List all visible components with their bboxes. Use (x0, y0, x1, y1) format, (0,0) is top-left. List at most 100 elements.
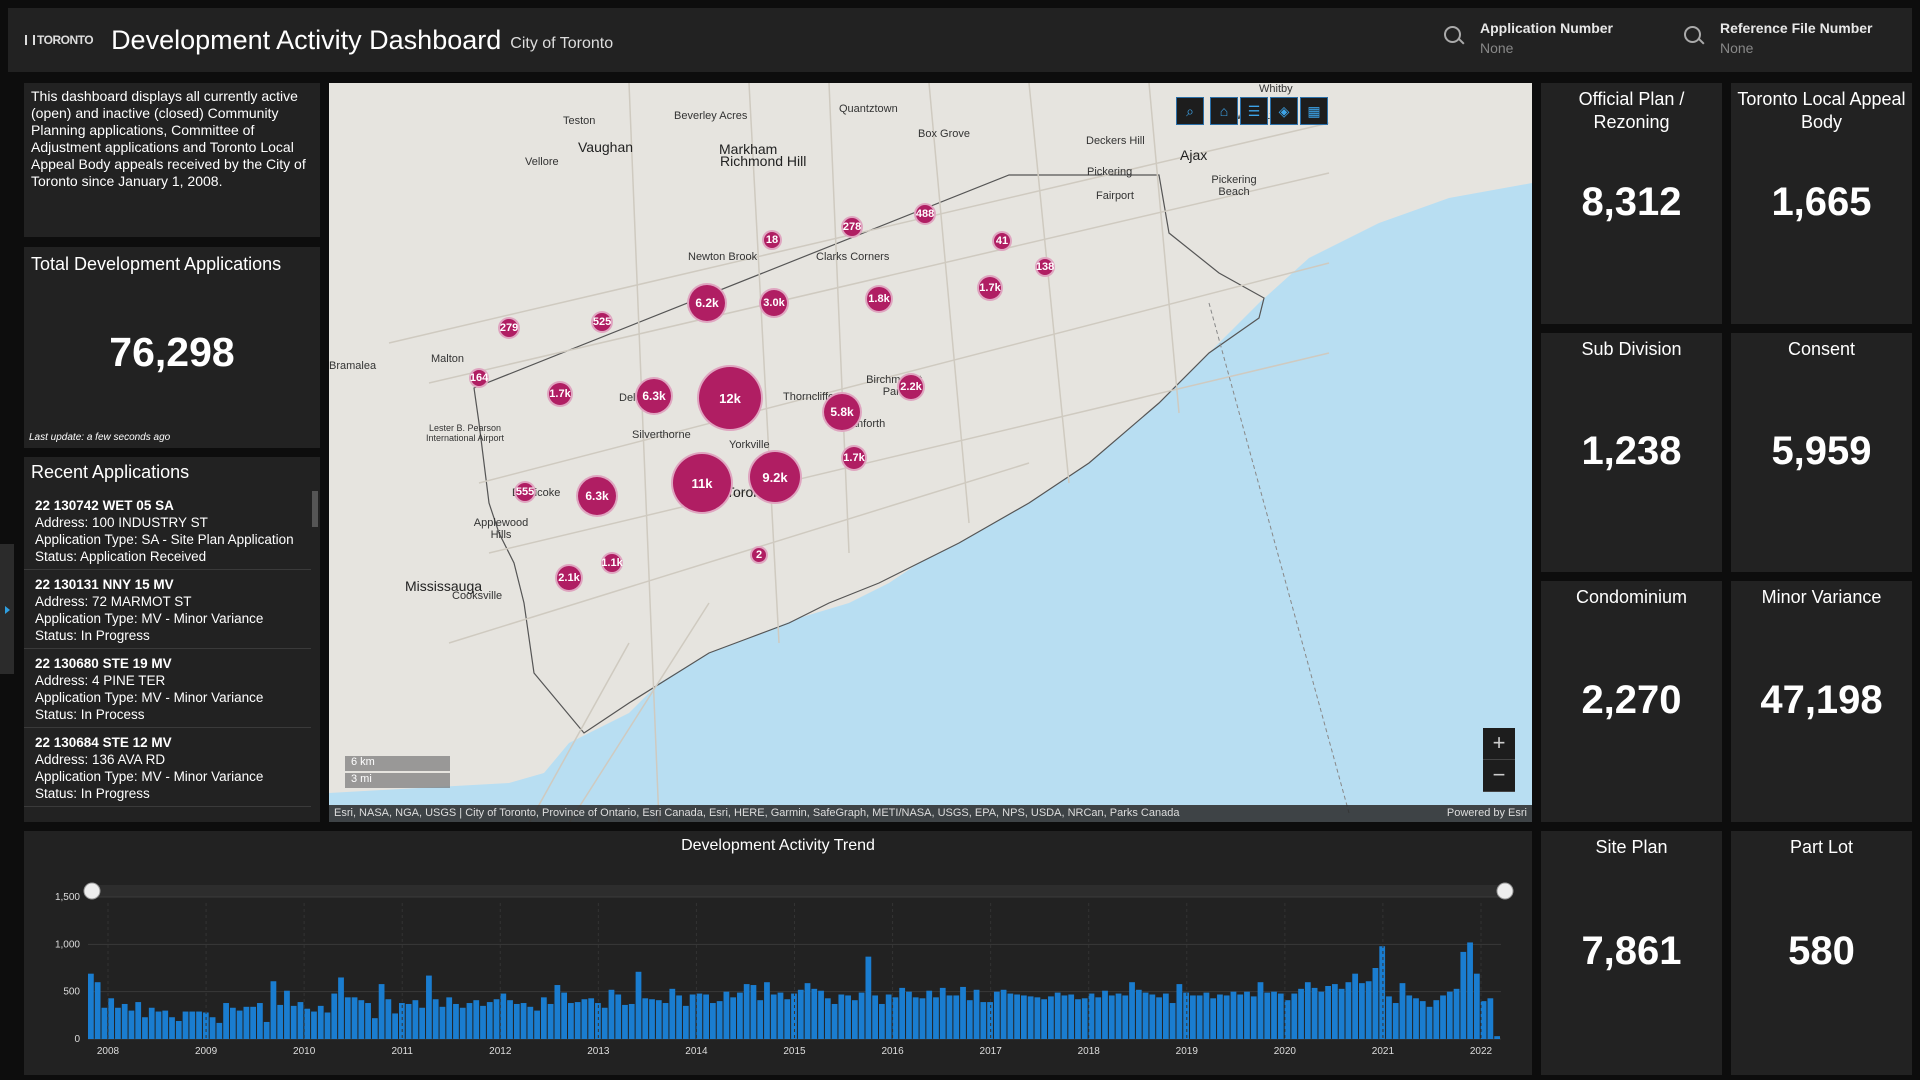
map-cluster[interactable]: 1.7k (977, 275, 1003, 301)
basemap-gallery-icon[interactable]: ▦ (1300, 97, 1328, 125)
trend-bar (635, 971, 642, 1039)
map-cluster[interactable]: 3.0k (759, 288, 789, 318)
trend-bar (1338, 988, 1345, 1039)
recent-application-item[interactable]: 22 130742 WET 05 SA Address: 100 INDUSTRY… (24, 491, 311, 570)
map-cluster[interactable]: 2.2k (897, 373, 925, 401)
zoom-in-button[interactable]: + (1483, 728, 1515, 760)
range-slider-track (88, 885, 1501, 897)
search-value[interactable]: None (1480, 40, 1613, 56)
stat-card: Toronto Local Appeal Body 1,665 (1731, 83, 1912, 324)
trend-bar (1318, 991, 1325, 1039)
map-place-label: Cooksville (452, 590, 503, 602)
application-type: Application Type: MV - Minor Variance (35, 769, 264, 784)
range-handle-end[interactable] (1496, 882, 1514, 900)
trend-bar (1460, 951, 1467, 1039)
trend-bar (473, 1000, 480, 1039)
scrollbar-thumb[interactable] (312, 491, 318, 527)
zoom-out-button[interactable]: − (1483, 760, 1515, 792)
range-handle-start[interactable] (83, 882, 101, 900)
trend-bar (493, 999, 500, 1039)
map-cluster[interactable]: 138 (1035, 257, 1055, 277)
recent-application-item[interactable]: 22 130680 STE 19 MV Address: 4 PINE TER Ap… (24, 649, 311, 728)
trend-bar (912, 997, 919, 1039)
trend-bar (1034, 997, 1041, 1039)
trend-bar (892, 997, 899, 1039)
recent-application-item[interactable]: 22 130684 STE 12 MV Address: 136 AVA RD Ap… (24, 728, 311, 807)
trend-bar (344, 997, 351, 1039)
home-icon[interactable]: ⌂ (1210, 97, 1238, 125)
trend-bar (1014, 994, 1020, 1039)
x-tick-label: 2017 (980, 1046, 1003, 1057)
map-place-label: Ajax (1180, 147, 1208, 163)
map-view[interactable]: Vaughan Markham Richmond Hill Toronto Missis… (329, 83, 1532, 822)
map-cluster[interactable]: 9.2k (748, 450, 802, 504)
trend-bar (1264, 992, 1271, 1039)
map-cluster[interactable]: 555 (514, 481, 536, 503)
trend-bar (1379, 946, 1386, 1039)
map-cluster[interactable]: 1.8k (865, 285, 893, 313)
map-cluster[interactable]: 6.3k (635, 377, 673, 415)
trend-bar (331, 993, 338, 1039)
trend-bar (115, 1007, 121, 1039)
stat-title: Sub Division (1581, 339, 1682, 359)
map-cluster[interactable]: 18 (762, 230, 782, 250)
map-cluster[interactable]: 41 (992, 231, 1012, 251)
trend-bar (574, 1002, 581, 1039)
map-cluster[interactable]: 5.8k (822, 392, 862, 432)
map-cluster[interactable]: 11k (671, 452, 733, 514)
map-cluster[interactable]: 2 (750, 546, 768, 564)
trend-bar (351, 997, 358, 1039)
trend-bar (1054, 992, 1061, 1039)
x-tick-label: 2019 (1176, 1046, 1199, 1057)
trend-plot: 0 500 1,000 1,500 2008 2009 2010 2011 2012 2013 20… (55, 882, 1514, 1057)
map-cluster[interactable]: 488 (914, 203, 936, 225)
map-cluster[interactable]: 1.7k (547, 381, 573, 407)
trend-bar (845, 995, 851, 1039)
application-type: Application Type: SA - Site Plan Applica… (35, 532, 294, 547)
side-panel-toggle[interactable] (0, 544, 14, 674)
trend-bar (1386, 996, 1392, 1039)
search-icon[interactable]: ⌕ (1176, 97, 1204, 125)
trend-bar (88, 973, 94, 1039)
trend-bar (1419, 1001, 1426, 1039)
trend-bar (1162, 993, 1169, 1039)
search-icon[interactable] (1684, 26, 1706, 48)
last-update-text: Last update: a few seconds ago (29, 432, 171, 443)
trend-bar (358, 1000, 365, 1039)
trend-bar (1142, 992, 1149, 1039)
search-value[interactable]: None (1720, 40, 1873, 56)
trend-bar (1331, 984, 1338, 1039)
trend-bar (1311, 987, 1318, 1039)
search-icon[interactable] (1444, 26, 1466, 48)
trend-bar (1129, 982, 1135, 1039)
map-cluster[interactable]: 525 (591, 311, 613, 333)
map-place-label: Newton Brook (688, 251, 758, 263)
map-cluster[interactable]: 164 (469, 368, 489, 388)
reference-file-number-search[interactable]: Reference File Number None (1684, 20, 1873, 56)
trend-bar (209, 1017, 216, 1039)
recent-application-item[interactable]: 22 130131 NNY 15 MV Address: 72 MARMOT ST… (24, 570, 311, 649)
trend-bar (1095, 997, 1102, 1039)
trend-bar (608, 989, 615, 1039)
stat-card: Condominium 2,270 (1541, 581, 1722, 822)
trend-bar (1223, 995, 1230, 1039)
map-attribution: Esri, NASA, NGA, USGS | City of Toronto,… (329, 805, 1532, 822)
layers-icon[interactable]: ◈ (1270, 97, 1298, 125)
map-cluster[interactable]: 279 (498, 317, 520, 339)
map-cluster[interactable]: 2.1k (555, 564, 583, 592)
application-number-search[interactable]: Application Number None (1444, 20, 1613, 56)
stat-title: Part Lot (1789, 837, 1854, 857)
map-cluster[interactable]: 278 (841, 216, 863, 238)
trend-bar (1487, 998, 1494, 1039)
map-place-label: Lester B. Pearson International Airport (425, 423, 505, 443)
map-cluster[interactable]: 1.7k (841, 445, 867, 471)
legend-list-icon[interactable]: ☰ (1240, 97, 1268, 125)
map-cluster[interactable]: 1.1k (601, 552, 623, 574)
map-cluster[interactable]: 12k (697, 365, 763, 431)
map-cluster[interactable]: 6.3k (576, 475, 618, 517)
trend-bar (1257, 982, 1264, 1039)
trend-bar (696, 993, 703, 1039)
powered-by-esri[interactable]: Powered by Esri (1447, 807, 1527, 820)
map-search-tool[interactable]: ⌕ (1176, 97, 1204, 125)
map-cluster[interactable]: 6.2k (687, 283, 727, 323)
